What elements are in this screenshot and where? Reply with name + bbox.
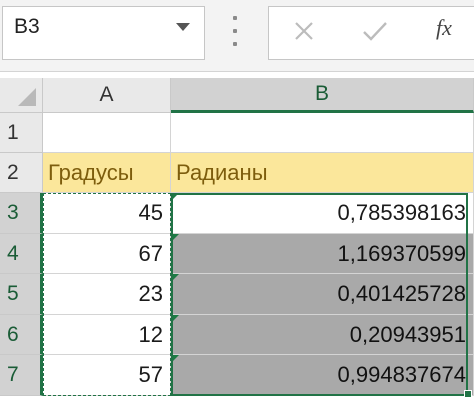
selection-range-border — [171, 193, 468, 396]
fill-handle[interactable] — [464, 390, 472, 398]
name-box-value: B3 — [14, 15, 40, 38]
column-header-b[interactable]: B — [171, 78, 474, 113]
row-header-1[interactable]: 1 — [0, 113, 43, 153]
cancel-icon[interactable] — [287, 16, 321, 46]
row-header-6[interactable]: 6 — [0, 315, 43, 355]
cell-a2[interactable]: Градусы — [43, 153, 171, 193]
column-header-a[interactable]: A — [43, 78, 171, 113]
cell-b1[interactable] — [171, 113, 474, 153]
row-header-4[interactable]: 4 — [0, 234, 43, 274]
select-all-triangle-icon — [18, 88, 36, 106]
row-header-5[interactable]: 5 — [0, 274, 43, 315]
enter-icon[interactable] — [358, 16, 392, 46]
resize-handle[interactable] — [232, 16, 238, 46]
function-icon[interactable]: fx — [436, 15, 452, 41]
dropdown-arrow-icon[interactable] — [176, 23, 190, 31]
copy-range-marquee — [43, 193, 171, 396]
row-header-2[interactable]: 2 — [0, 153, 43, 193]
cell-b2[interactable]: Радианы — [171, 153, 474, 193]
row-header-3[interactable]: 3 — [0, 193, 43, 234]
row-header-7[interactable]: 7 — [0, 355, 43, 396]
cell-a1[interactable] — [43, 113, 171, 153]
